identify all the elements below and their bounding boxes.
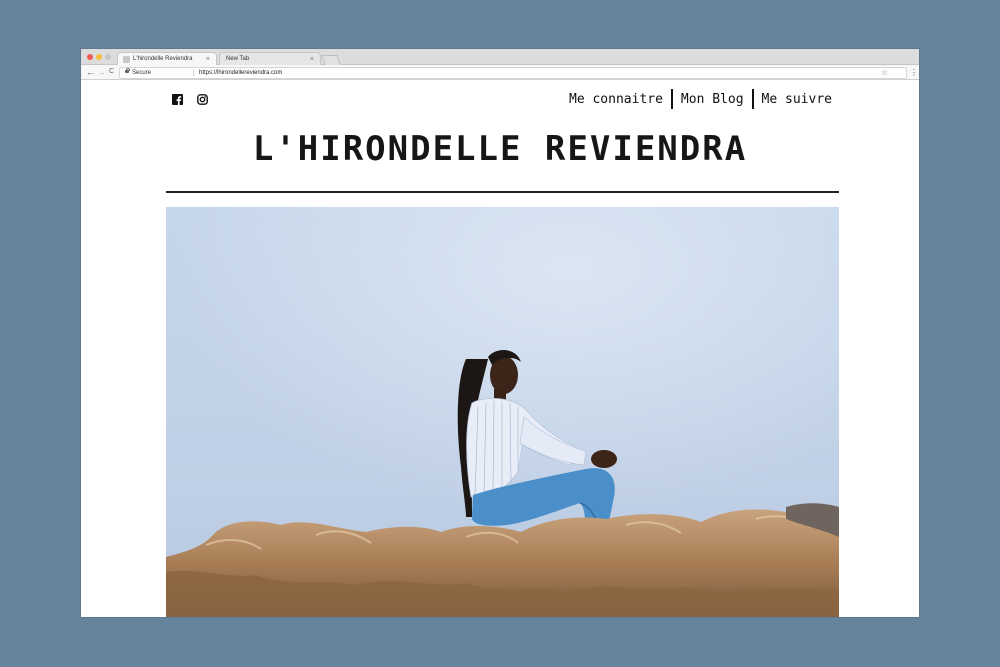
forward-arrow-icon[interactable]: → (97, 66, 106, 78)
secure-label: Secure (132, 70, 152, 76)
address-url[interactable]: https://lhirondellereviendra.com (199, 68, 282, 78)
nav-link-mon-blog[interactable]: Mon Blog (673, 92, 752, 107)
bookmark-star-icon[interactable]: ☆ (881, 68, 888, 78)
tab-strip: L'hirondelle Reviendra × New Tab × (81, 49, 919, 65)
address-divider (193, 70, 194, 76)
nav-link-me-suivre[interactable]: Me suivre (754, 92, 832, 107)
tab-lhirondelle[interactable]: L'hirondelle Reviendra × (117, 52, 217, 65)
new-tab-button[interactable] (321, 55, 341, 65)
page-favicon-icon (123, 56, 130, 63)
close-window-button[interactable] (87, 54, 93, 60)
site-title: L'HIRONDELLE REVIENDRA (252, 129, 748, 169)
hero-photo (166, 207, 839, 617)
reload-icon[interactable]: C (109, 66, 114, 78)
nav-link-me-connaitre[interactable]: Me connaitre (561, 92, 671, 107)
address-bar[interactable]: Secure https://lhirondellereviendra.com … (119, 67, 918, 79)
lock-icon (125, 68, 130, 73)
browser-menu-icon[interactable]: ⋮ (910, 68, 918, 78)
tab-close-icon[interactable]: × (206, 53, 210, 66)
minimize-window-button[interactable] (96, 54, 102, 60)
tab-new-tab[interactable]: New Tab × (219, 52, 321, 65)
instagram-icon[interactable] (197, 94, 208, 105)
title-divider (166, 191, 839, 193)
browser-toolbar: ← → C Secure https://lhirondellereviendr… (81, 65, 919, 80)
zoom-window-button[interactable] (105, 54, 111, 60)
back-arrow-icon[interactable]: ← (86, 66, 95, 78)
site-nav: Me connaitre Mon Blog Me suivre (561, 88, 832, 110)
tab-title: L'hirondelle Reviendra (133, 56, 193, 62)
browser-window: L'hirondelle Reviendra × New Tab × ← → C… (81, 49, 919, 617)
facebook-icon[interactable] (172, 94, 183, 105)
web-page: Me connaitre Mon Blog Me suivre L'HIROND… (81, 80, 919, 617)
